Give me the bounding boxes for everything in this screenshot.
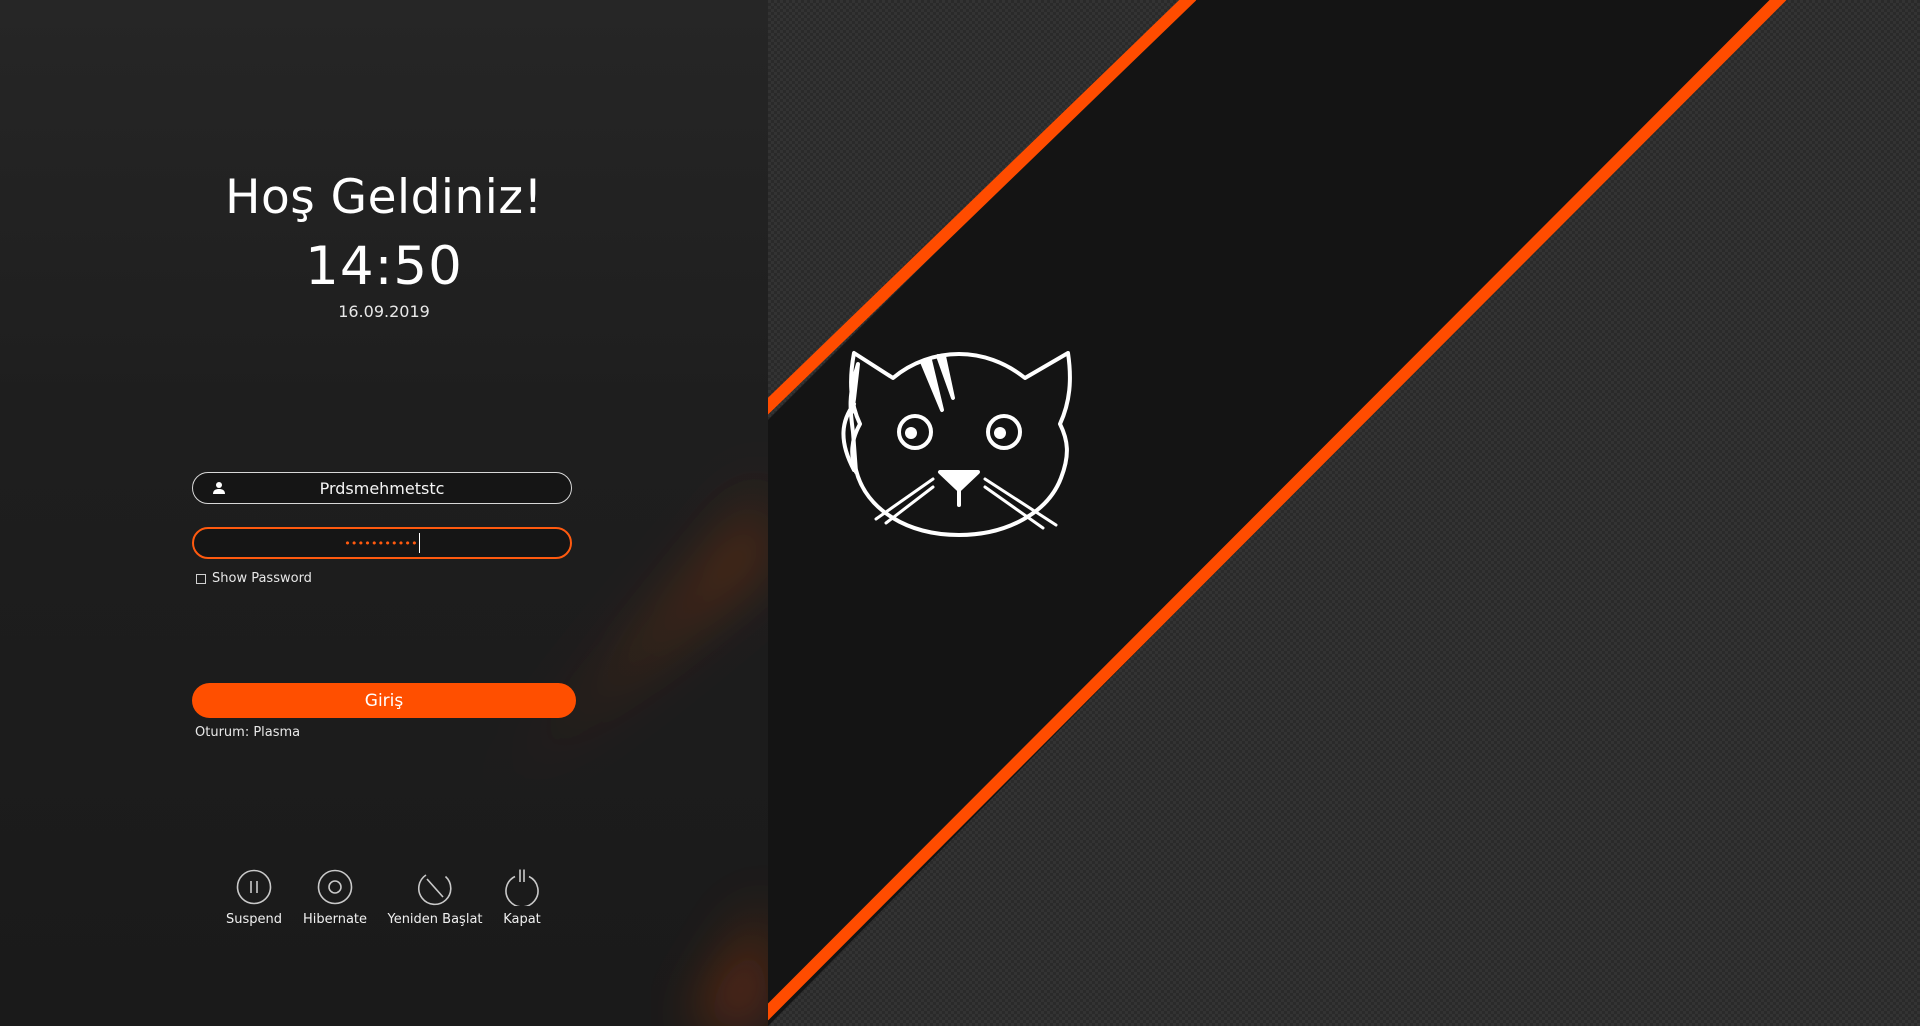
clock-date: 16.09.2019 bbox=[338, 302, 430, 321]
show-password-label: Show Password bbox=[212, 571, 312, 586]
welcome-heading: Hoş Geldiniz! bbox=[225, 170, 543, 225]
shutdown-label: Kapat bbox=[503, 912, 541, 927]
restart-icon bbox=[417, 874, 452, 906]
text-caret bbox=[418, 533, 420, 553]
wallpaper-graphic bbox=[768, 0, 1920, 1026]
wallpaper bbox=[768, 0, 1920, 1026]
username-field[interactable]: Prdsmehmetstc bbox=[192, 472, 572, 504]
password-mask: ••••••••••• bbox=[344, 536, 418, 550]
panel-orange-glow bbox=[80, 330, 768, 1026]
restart-button[interactable]: Yeniden Başlat bbox=[387, 868, 483, 927]
password-field[interactable]: ••••••••••• bbox=[192, 527, 572, 559]
show-password-toggle[interactable]: Show Password bbox=[196, 571, 312, 586]
login-button[interactable]: Giriş bbox=[192, 683, 576, 718]
restart-label: Yeniden Başlat bbox=[387, 912, 483, 927]
show-password-checkbox[interactable] bbox=[196, 573, 206, 584]
suspend-label: Suspend bbox=[225, 912, 282, 927]
suspend-button[interactable]: Suspend bbox=[209, 868, 299, 927]
session-selector[interactable]: Oturum: Plasma bbox=[195, 725, 300, 740]
clock-time: 14:50 bbox=[305, 236, 463, 297]
hibernate-circle-icon bbox=[317, 869, 353, 905]
shutdown-button[interactable]: Kapat bbox=[477, 868, 567, 927]
user-icon bbox=[213, 482, 225, 494]
hibernate-button[interactable]: Hibernate bbox=[290, 868, 380, 927]
username-value: Prdsmehmetstc bbox=[319, 478, 445, 498]
power-icon bbox=[505, 869, 539, 906]
login-panel: Hoş Geldiniz! 14:50 16.09.2019 Prdsmehme… bbox=[0, 0, 768, 1026]
login-screen: Hoş Geldiniz! 14:50 16.09.2019 Prdsmehme… bbox=[0, 0, 1920, 1026]
pause-circle-icon bbox=[236, 869, 272, 905]
hibernate-label: Hibernate bbox=[302, 912, 368, 927]
